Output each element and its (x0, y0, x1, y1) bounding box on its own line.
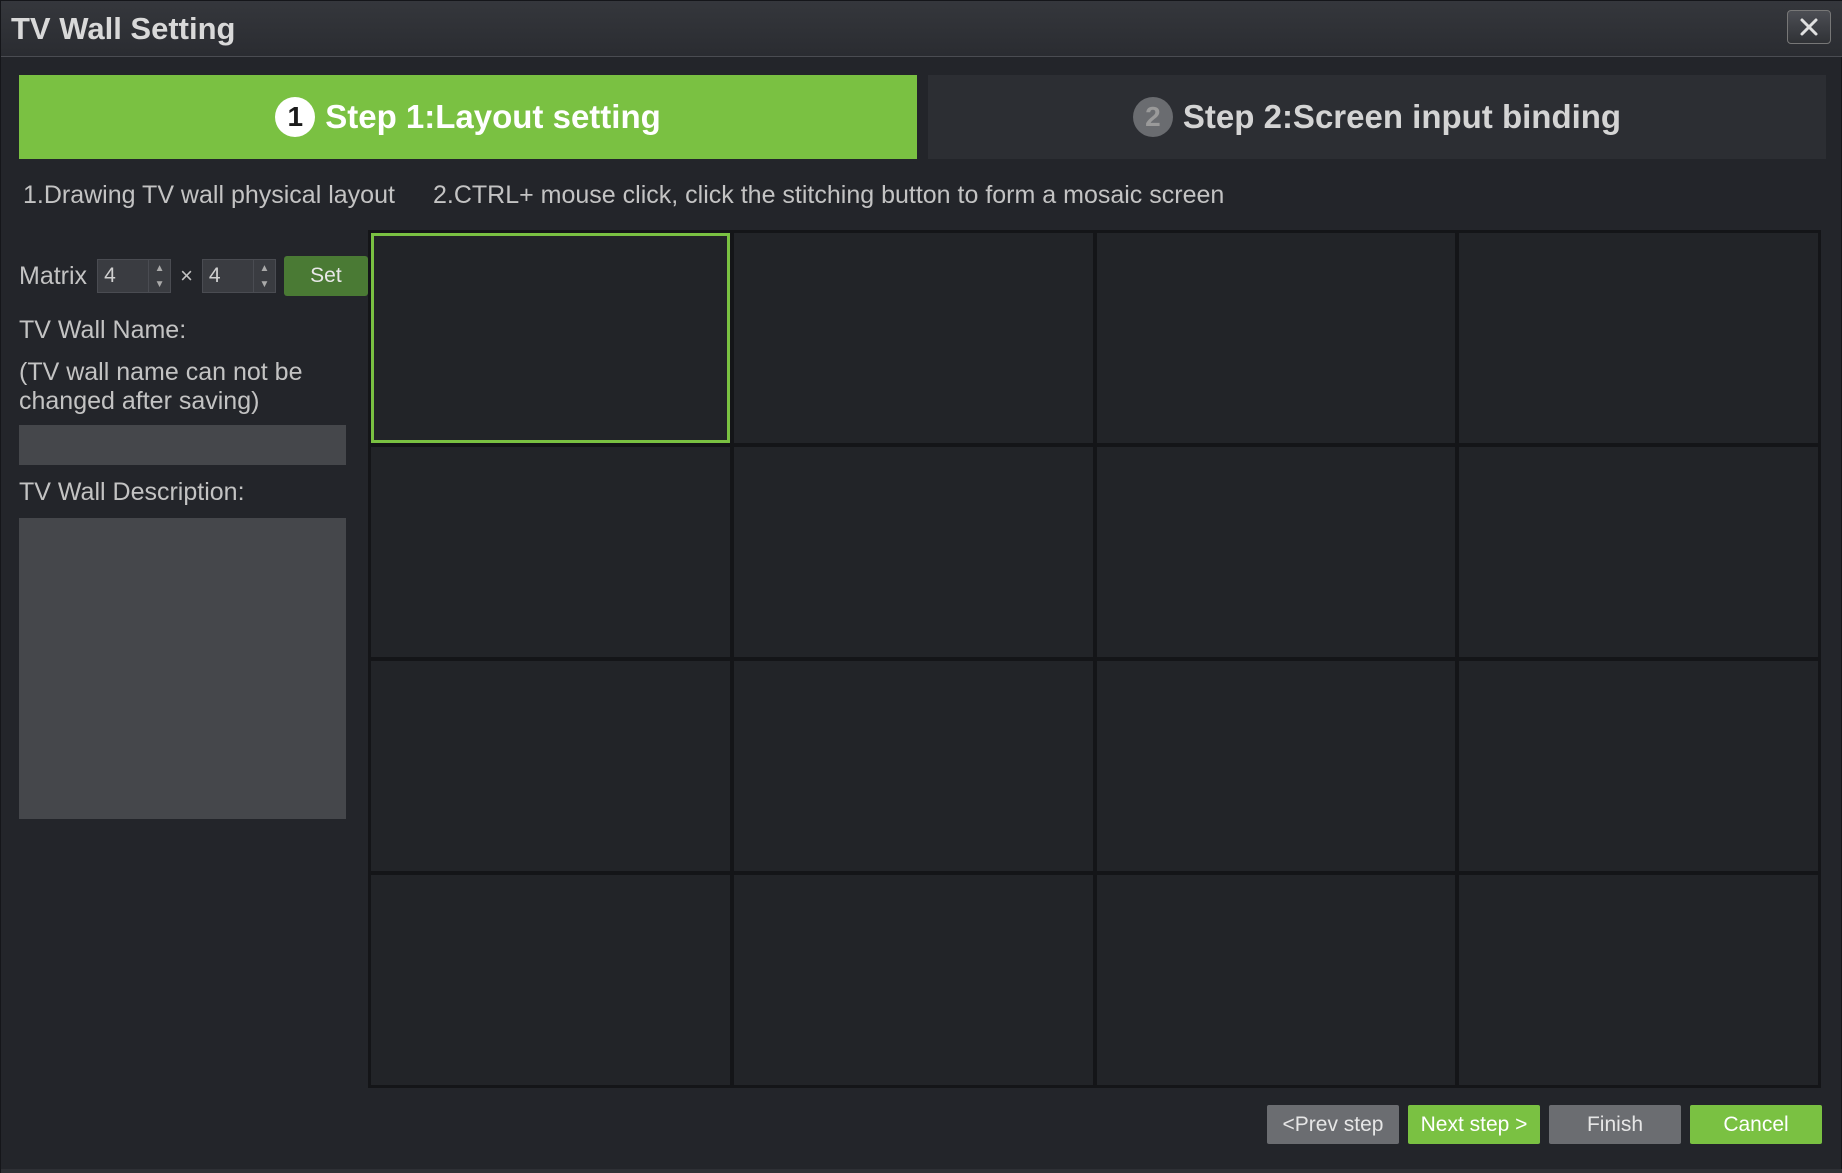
spin-up-icon[interactable]: ▲ (252, 260, 275, 276)
bottom-border (1, 1169, 1842, 1173)
dialog-title: TV Wall Setting (11, 11, 236, 46)
screen-cell[interactable] (1459, 233, 1818, 443)
screen-cell[interactable] (733, 875, 1093, 1085)
screen-cell[interactable] (733, 661, 1093, 871)
matrix-rows-value: 4 (104, 264, 116, 287)
tab-step-1[interactable]: 1 Step 1:Layout setting (19, 75, 917, 159)
screen-cell[interactable] (733, 447, 1093, 657)
screen-cell[interactable] (1096, 233, 1456, 443)
tv-wall-setting-dialog: TV Wall Setting 1 Step 1:Layout setting … (0, 0, 1842, 1173)
next-step-button[interactable]: Next step > (1408, 1105, 1540, 1144)
screen-cell[interactable] (371, 661, 730, 871)
close-icon (1800, 18, 1818, 36)
tab-step-2[interactable]: 2 Step 2:Screen input binding (928, 75, 1826, 159)
hint-drawing-layout: 1.Drawing TV wall physical layout (23, 181, 395, 209)
matrix-label: Matrix (19, 261, 88, 290)
hint-ctrl-click: 2.CTRL+ mouse click, click the stitching… (433, 181, 1225, 209)
screen-cell[interactable] (1096, 661, 1456, 871)
tv-wall-description-label: TV Wall Description: (19, 478, 245, 506)
screen-cell[interactable] (1459, 447, 1818, 657)
tv-wall-name-label: TV Wall Name: (19, 316, 187, 344)
close-button[interactable] (1787, 10, 1831, 44)
step-number-badge: 2 (1132, 97, 1173, 137)
prev-step-button[interactable]: <Prev step (1267, 1105, 1399, 1144)
screen-cell[interactable] (1459, 661, 1818, 871)
screen-cell[interactable] (1459, 875, 1818, 1085)
tv-wall-grid (368, 230, 1821, 1088)
spin-down-icon[interactable]: ▼ (252, 276, 275, 292)
screen-cell[interactable] (371, 233, 730, 443)
matrix-rows-spinbox[interactable]: 4 ▲ ▼ (97, 259, 172, 293)
screen-cell[interactable] (1096, 447, 1456, 657)
set-button[interactable]: Set (283, 256, 368, 296)
screen-cell[interactable] (371, 875, 730, 1085)
title-bar: TV Wall Setting (1, 1, 1842, 57)
step-label: Step 1:Layout setting (325, 98, 661, 135)
screen-cell[interactable] (733, 233, 1093, 443)
spin-down-icon[interactable]: ▼ (148, 276, 170, 292)
step-number-badge: 1 (275, 97, 316, 137)
cancel-button[interactable]: Cancel (1690, 1105, 1822, 1144)
tv-wall-name-note: (TV wall name can not be changed after s… (19, 358, 303, 415)
screen-cell[interactable] (1096, 875, 1456, 1085)
matrix-controls: Matrix 4 ▲ ▼ × 4 ▲ ▼ Set (19, 256, 368, 296)
step-label: Step 2:Screen input binding (1182, 98, 1622, 135)
screen-cell[interactable] (371, 447, 730, 657)
spin-up-icon[interactable]: ▲ (148, 260, 170, 276)
tv-wall-name-input[interactable] (19, 425, 346, 465)
matrix-cols-spinbox[interactable]: 4 ▲ ▼ (201, 259, 276, 293)
matrix-cols-value: 4 (208, 264, 221, 287)
tv-wall-description-input[interactable] (19, 518, 346, 819)
finish-button[interactable]: Finish (1549, 1105, 1681, 1144)
times-sign: × (180, 263, 193, 288)
